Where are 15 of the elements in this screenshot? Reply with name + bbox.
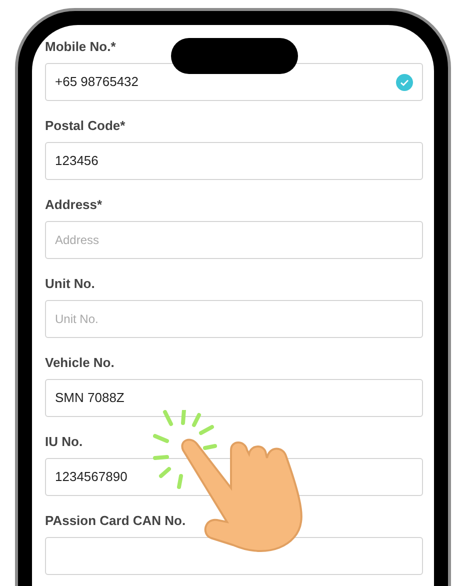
field-label: Vehicle No. [45,355,116,371]
field-value: SMN 7088Z [55,389,124,408]
field-value: 123456 [55,152,98,170]
field-label: Postal Code* [45,118,126,134]
field-placeholder: Address [55,232,100,249]
field-label: IU No. [45,434,84,450]
field-label: PAssion Card CAN No. [45,513,187,529]
field-placeholder: Unit No. [55,311,98,328]
field-label: Mobile No.* [45,39,117,55]
input-field[interactable]: 123456 [45,142,423,180]
field-label: Unit No. [45,276,96,292]
field-label: Address* [45,197,104,213]
field-value: +65 98765432 [55,73,139,92]
field-value: 1234567890 [55,468,128,486]
input-field[interactable]: SMN 7088Z [45,379,423,417]
